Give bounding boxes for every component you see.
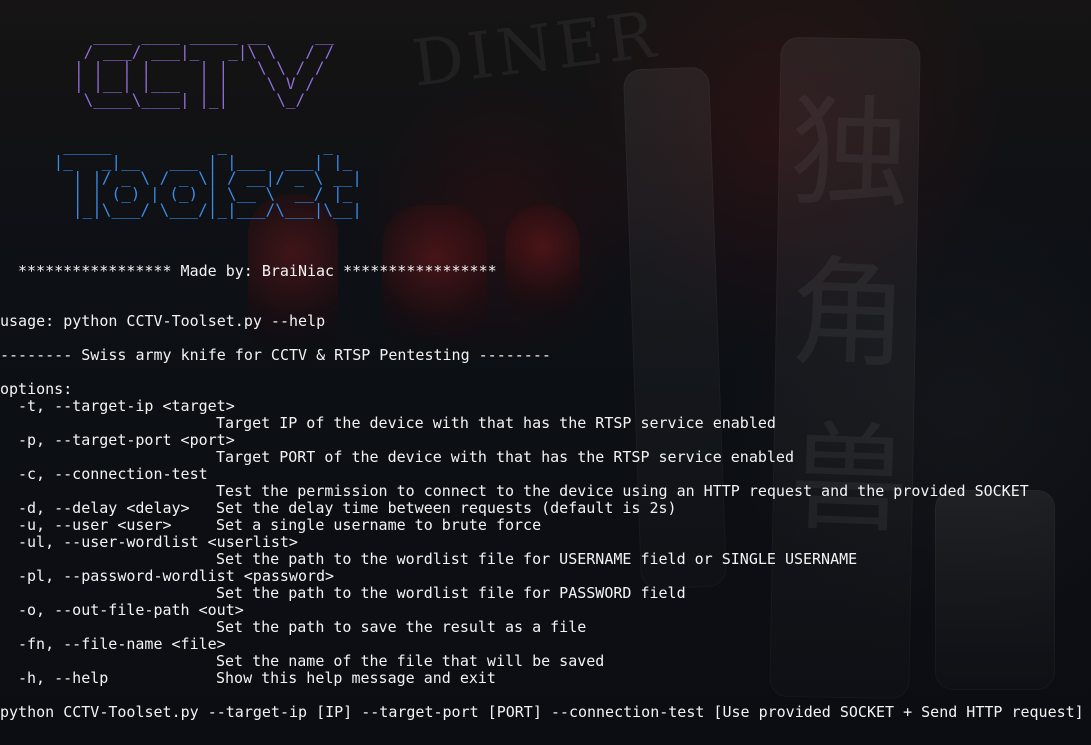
background-sign-vertical-3 xyxy=(935,490,1055,690)
option-user-wordlist-description: Set the path to the wordlist file for US… xyxy=(216,550,858,568)
option-file-name-description: Set the name of the file that will be sa… xyxy=(216,652,605,670)
option-user-flag: -u, --user <user> xyxy=(18,516,172,534)
background-diner-text: DINER xyxy=(408,0,664,102)
option-password-wordlist-description: Set the path to the wordlist file for PA… xyxy=(216,584,686,602)
option-target-ip-description: Target IP of the device with that has th… xyxy=(216,414,776,432)
toolset-ascii-title: _____ _ _ |_ _|__ ___ | |___ ___| |_ | |… xyxy=(53,136,362,219)
option-delay-flag: -d, --delay <delay> xyxy=(18,499,190,517)
option-out-file-path-flag: -o, --out-file-path <out> xyxy=(18,601,244,619)
options-heading: options: xyxy=(0,380,73,398)
background-chinese-char-2: 角 xyxy=(787,242,911,386)
terminal-screen: DINER 独 角 兽 ____ ____ _____ __ __ / ___/… xyxy=(0,0,1091,745)
background-lantern-middle xyxy=(382,205,487,355)
option-target-port-description: Target PORT of the device with that has … xyxy=(216,448,794,466)
option-delay-description: Set the delay time between requests (def… xyxy=(216,499,677,517)
option-help-flag: -h, --help xyxy=(18,669,109,687)
option-target-port-flag: -p, --target-port <port> xyxy=(18,431,235,449)
option-help-description: Show this help message and exit xyxy=(216,669,496,687)
background-chinese-char-3: 兽 xyxy=(787,407,911,551)
usage-line: usage: python CCTV-Toolset.py --help xyxy=(0,312,326,330)
option-file-name-flag: -fn, --file-name <file> xyxy=(18,635,226,653)
background-chinese-char-1: 独 xyxy=(787,82,913,227)
option-connection-test-description: Test the permission to connect to the de… xyxy=(216,482,1029,500)
tool-description: -------- Swiss army knife for CCTV & RTS… xyxy=(0,346,551,364)
option-target-ip-flag: -t, --target-ip <target> xyxy=(18,397,235,415)
option-user-wordlist-flag: -ul, --user-wordlist <userlist> xyxy=(18,533,298,551)
option-password-wordlist-flag: -pl, --password-wordlist <password> xyxy=(18,567,335,585)
background-lantern-right xyxy=(505,205,580,325)
option-connection-test-flag: -c, --connection-test xyxy=(18,465,208,483)
option-user-description: Set a single username to brute force xyxy=(216,516,542,534)
cctv-ascii-title: ____ ____ _____ __ __ / ___/ ___|_ _|\ \… xyxy=(74,26,335,109)
example-command: python CCTV-Toolset.py --target-ip [IP] … xyxy=(0,703,1084,721)
author-banner: ***************** Made by: BraiNiac ****… xyxy=(18,262,497,280)
background-sign-vertical-2 xyxy=(769,36,921,700)
option-out-file-path-description: Set the path to save the result as a fil… xyxy=(216,618,587,636)
